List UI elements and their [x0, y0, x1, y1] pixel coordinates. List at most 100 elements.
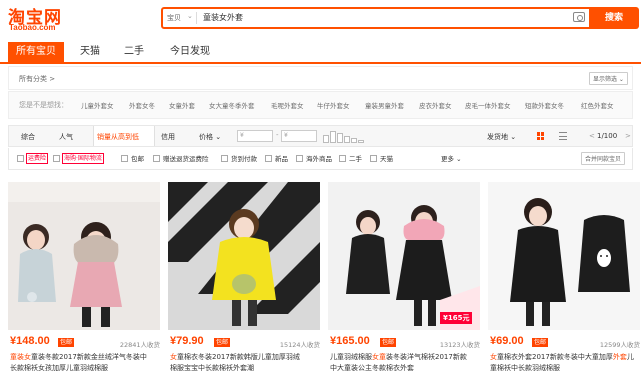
search-input[interactable]: 童装女外套 [203, 12, 243, 23]
show-filter-button[interactable]: 显示筛选 ⌄ [589, 72, 628, 85]
promo-price-tag: ¥165元 [440, 312, 473, 324]
product-price: ¥69.00 [490, 335, 524, 347]
title-text: 童棉衣外套2017新款冬装中大童加厚 [497, 353, 613, 361]
chevron-down-icon[interactable]: ⌄ [187, 12, 193, 20]
tab-tmall[interactable]: 天猫 [72, 42, 108, 62]
list-view-icon[interactable] [559, 132, 567, 140]
camera-icon[interactable] [573, 12, 585, 22]
sold-count: 22841人收货 [119, 341, 160, 349]
price-range-chart-icon[interactable] [323, 131, 367, 143]
free-shipping-tag: 包邮 [532, 338, 549, 347]
overseas-label: 海外商品 [306, 155, 332, 163]
sold-count: 13123人收货 [439, 341, 480, 349]
suggestion-link[interactable]: 儿童外套女 [81, 100, 114, 110]
tab-all-items[interactable]: 所有宝贝 [8, 42, 64, 62]
product-title[interactable]: 童装女童装冬款2017新款金丝绒洋气冬装中 长款棉袄女孩加厚儿童羽绒棉服 [10, 352, 158, 374]
product-card[interactable]: ¥165元 ¥165.00 包邮 13123人收货 儿童羽绒棉服女童装冬装洋气棉… [328, 182, 480, 379]
suggestion-row: 您是不是想找： 儿童外套女 外套女冬 女童外套 女大童冬季外套 毛呢外套女 牛仔… [8, 91, 633, 119]
suggestion-link[interactable]: 红色外套女 [581, 100, 614, 110]
new-items-checkbox[interactable] [265, 155, 272, 162]
price-min-input[interactable]: ¥ [237, 130, 273, 142]
return-insurance-checkbox[interactable] [153, 155, 160, 162]
prev-page-button[interactable]: < [589, 132, 595, 140]
ship-from-select[interactable]: 发货地 ⌄ [487, 132, 516, 142]
next-page-button[interactable]: > [625, 132, 631, 140]
product-price: ¥165.00 [330, 335, 370, 347]
title-text: 装冬装洋气棉袄2017新款 [386, 353, 467, 361]
tab-underline [0, 62, 641, 64]
sort-credit[interactable]: 信用 [161, 132, 175, 142]
title-text: 童装冬款2017新款金丝绒洋气冬装中 [31, 353, 147, 361]
price-max-input[interactable]: ¥ [281, 130, 317, 142]
search-divider [196, 12, 197, 24]
product-price: ¥79.90 [170, 335, 204, 347]
title-text: 儿童羽绒棉服 [330, 353, 372, 361]
return-insurance-label: 赠送退货运费险 [163, 155, 209, 163]
sort-price[interactable]: 价格 ⌄ [199, 132, 221, 142]
grid-view-icon[interactable] [537, 132, 545, 140]
suggestion-link[interactable]: 童装男童外套 [365, 100, 404, 110]
second-hand-label: 二手 [349, 155, 362, 163]
suggestion-link[interactable]: 外套女冬 [129, 100, 155, 110]
taobao-logo-domain[interactable]: Taobao.com [9, 23, 56, 32]
guess-label: 您是不是想找： [19, 101, 68, 109]
title-text: 童棉袄中长款羽绒棉服 [490, 364, 560, 372]
product-card[interactable]: ¥148.00 包邮 22841人收货 童装女童装冬款2017新款金丝绒洋气冬装… [8, 182, 160, 379]
tab-today-discover[interactable]: 今日发现 [160, 42, 220, 62]
title-highlight: 外套 [612, 353, 627, 361]
search-box[interactable]: 宝贝 ⌄ 童装女外套 [161, 7, 631, 29]
title-text: 童棉衣冬装2017新款韩版儿童加厚羽绒 [177, 353, 300, 361]
suggestion-link[interactable]: 牛仔外套女 [317, 100, 350, 110]
product-image[interactable] [8, 182, 160, 330]
overseas-checkbox[interactable] [296, 155, 303, 162]
freight-insurance-badge: 运费险 [26, 153, 49, 164]
merge-same-items-button[interactable]: 合并同款宝贝 [581, 152, 626, 165]
title-text: 长款棉袄女孩加厚儿童羽绒棉服 [10, 364, 108, 372]
product-image[interactable]: ¥165元 [328, 182, 480, 330]
global-shipping-checkbox[interactable] [53, 155, 60, 162]
tab-second-hand[interactable]: 二手 [116, 42, 152, 62]
title-highlight: 女 [490, 353, 497, 361]
title-highlight: 女童 [372, 353, 386, 361]
free-shipping-tag: 包邮 [58, 338, 75, 347]
tmall-checkbox[interactable] [370, 155, 377, 162]
sort-default[interactable]: 综合 [21, 132, 35, 142]
second-hand-checkbox[interactable] [339, 155, 346, 162]
tmall-label: 天猫 [380, 155, 393, 163]
global-shipping-badge: 海购·国际物流 [62, 153, 104, 164]
suggestion-link[interactable]: 皮衣外套女 [419, 100, 452, 110]
suggestion-link[interactable]: 女大童冬季外套 [209, 100, 255, 110]
sort-bar: 综合 人气 销量从高到低 信用 价格 ⌄ ¥ - ¥ 发货地 ⌄ < 1/100… [8, 125, 633, 147]
free-shipping-tag: 包邮 [380, 338, 397, 347]
title-text: 中大童装公主冬款棉衣外套 [330, 364, 414, 372]
suggestion-link[interactable]: 毛呢外套女 [271, 100, 304, 110]
cod-label: 货到付款 [231, 155, 257, 163]
search-type-select[interactable]: 宝贝 [167, 13, 181, 23]
more-filters-button[interactable]: 更多 ⌄ [441, 153, 462, 163]
suggestion-link[interactable]: 皮毛一体外套女 [465, 100, 511, 110]
product-image[interactable] [168, 182, 320, 330]
new-items-label: 新品 [275, 155, 288, 163]
product-card[interactable]: ¥79.90 包邮 15124人收货 女童棉衣冬装2017新款韩版儿童加厚羽绒 … [168, 182, 320, 379]
sort-popularity[interactable]: 人气 [59, 132, 73, 142]
title-highlight: 女 [170, 353, 177, 361]
title-text: 棉服宝宝中长款棉袄外套潮 [170, 364, 254, 372]
suggestion-link[interactable]: 女童外套 [169, 100, 195, 110]
free-shipping-checkbox[interactable] [121, 155, 128, 162]
cod-checkbox[interactable] [221, 155, 228, 162]
title-text: 儿 [626, 353, 634, 361]
product-card[interactable]: ¥69.00 包邮 12599人收货 女童棉衣外套2017新款冬装中大童加厚外套… [488, 182, 640, 379]
product-image[interactable] [488, 182, 640, 330]
filter-checkbox-bar: 运费险 海购·国际物流 包邮 赠送退货运费险 货到付款 新品 海外商品 二手 天… [8, 148, 633, 170]
all-categories-link[interactable]: 所有分类 > [19, 74, 55, 84]
product-title[interactable]: 女童棉衣外套2017新款冬装中大童加厚外套儿 童棉袄中长款羽绒棉服 [490, 352, 638, 374]
product-price: ¥148.00 [10, 335, 50, 347]
category-row: 所有分类 > 显示筛选 ⌄ [8, 66, 633, 90]
product-title[interactable]: 儿童羽绒棉服女童装冬装洋气棉袄2017新款 中大童装公主冬款棉衣外套 [330, 352, 478, 374]
suggestion-link[interactable]: 短款外套女冬 [525, 100, 564, 110]
search-button[interactable]: 搜索 [589, 7, 639, 29]
free-shipping-tag: 包邮 [214, 338, 231, 347]
sort-sales[interactable]: 销量从高到低 [97, 132, 139, 142]
freight-insurance-checkbox[interactable] [17, 155, 24, 162]
product-title[interactable]: 女童棉衣冬装2017新款韩版儿童加厚羽绒 棉服宝宝中长款棉袄外套潮 [170, 352, 318, 374]
